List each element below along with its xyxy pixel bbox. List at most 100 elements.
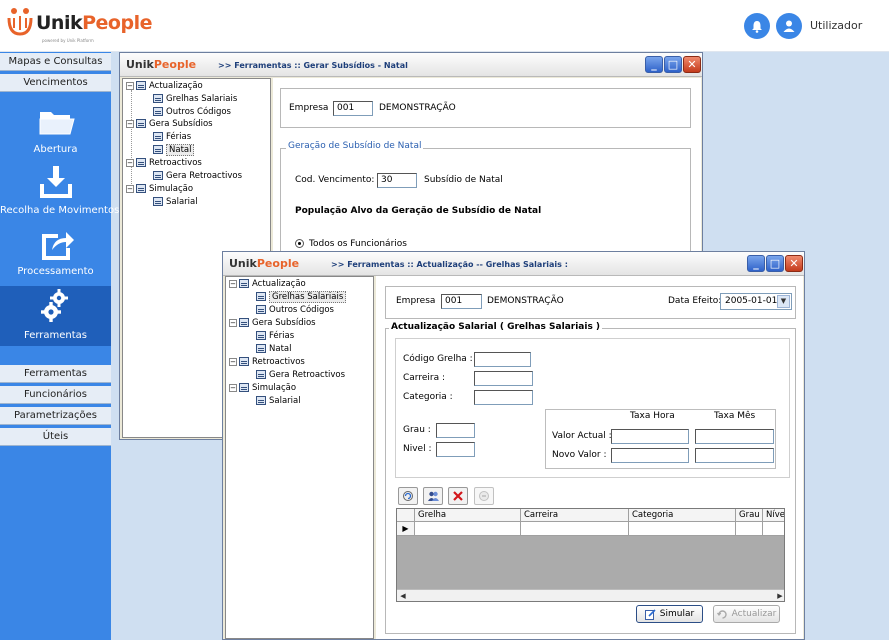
cancel-record-button[interactable] bbox=[474, 487, 494, 505]
user-icon bbox=[783, 20, 795, 32]
sidebar-tab-funcionarios[interactable]: Funcionários bbox=[0, 386, 111, 404]
tree-item-outros-codigos[interactable]: Outros Códigos bbox=[256, 303, 334, 316]
window-titlebar[interactable]: UnikPeople >> Ferramentas :: Gerar Subsí… bbox=[120, 53, 702, 77]
nivel-field[interactable] bbox=[436, 442, 475, 457]
column-header-grau[interactable]: Grau bbox=[736, 509, 763, 522]
sidebar-item-label: Ferramentas bbox=[23, 330, 88, 341]
close-button[interactable]: ✕ bbox=[683, 56, 701, 73]
tree-group-retroactivos[interactable]: − Retroactivos bbox=[229, 355, 305, 368]
brand-logo[interactable]: UnikPeople powered by Unik Platform bbox=[6, 6, 152, 46]
sidebar-tab-ferramentas[interactable]: Ferramentas bbox=[0, 365, 111, 383]
user-name-label[interactable]: Utilizador bbox=[810, 19, 862, 32]
close-button[interactable]: ✕ bbox=[785, 255, 803, 272]
table-cell-grau[interactable] bbox=[736, 522, 763, 536]
taxa-mes-header: Taxa Mês bbox=[714, 411, 756, 421]
maximize-button[interactable]: □ bbox=[664, 56, 682, 73]
data-efeito-select[interactable]: 2005-01-01 ▼ bbox=[720, 293, 792, 310]
column-header-nivel[interactable]: Nível bbox=[763, 509, 784, 522]
tree-item-salarial[interactable]: Salarial bbox=[153, 195, 198, 208]
tree-group-actualizacao[interactable]: − Actualização bbox=[126, 79, 203, 92]
table-cell-categoria[interactable] bbox=[629, 522, 736, 536]
horizontal-scrollbar[interactable]: ◀ ▶ bbox=[397, 589, 784, 601]
window-titlebar[interactable]: UnikPeople >> Ferramentas :: Actualizaçã… bbox=[223, 252, 804, 276]
categoria-label: Categoria : bbox=[403, 392, 453, 402]
tree-item-natal[interactable]: Natal bbox=[256, 342, 291, 355]
cod-vencimento-desc: Subsídio de Natal bbox=[424, 175, 503, 185]
table-cell-grelha[interactable] bbox=[415, 522, 521, 536]
tree-item-salarial[interactable]: Salarial bbox=[256, 394, 301, 407]
delete-record-button[interactable] bbox=[448, 487, 468, 505]
sidebar-tab-vencimentos[interactable]: Vencimentos bbox=[0, 74, 111, 92]
table-cell-nivel[interactable] bbox=[763, 522, 784, 536]
empresa-code-field[interactable]: 001 bbox=[333, 101, 373, 116]
column-header-grelha[interactable]: Grelha bbox=[415, 509, 521, 522]
sidebar-item-ferramentas[interactable]: Ferramentas bbox=[0, 286, 111, 346]
notifications-button[interactable] bbox=[744, 13, 770, 39]
codigo-grelha-field[interactable] bbox=[474, 352, 531, 367]
sidebar-tab-uteis[interactable]: Úteis bbox=[0, 428, 111, 446]
grau-field[interactable] bbox=[436, 423, 475, 438]
scroll-right-icon[interactable]: ▶ bbox=[775, 591, 784, 601]
column-header-carreira[interactable]: Carreira bbox=[521, 509, 629, 522]
tree-item-grelhas-salariais[interactable]: Grelhas Salariais bbox=[256, 290, 347, 303]
row-header-corner bbox=[397, 509, 415, 522]
column-header-categoria[interactable]: Categoria bbox=[629, 509, 736, 522]
empresa-label: Empresa bbox=[289, 103, 329, 113]
grau-label: Grau : bbox=[403, 425, 431, 435]
window-brand: UnikPeople bbox=[126, 58, 197, 71]
save-record-button[interactable] bbox=[423, 487, 443, 505]
sidebar-item-recolha-movimentos[interactable]: Recolha de Movimentos bbox=[0, 162, 119, 222]
sidebar-item-label: Abertura bbox=[33, 144, 78, 155]
maximize-button[interactable]: □ bbox=[766, 255, 784, 272]
categoria-field[interactable] bbox=[474, 390, 533, 405]
data-efeito-label: Data Efeito: bbox=[668, 296, 722, 306]
cod-vencimento-label: Cod. Vencimento: bbox=[295, 175, 375, 185]
grelhas-table[interactable]: Grelha Carreira Categoria Grau Nível ▶ ◀… bbox=[396, 508, 785, 602]
taxa-hora-header: Taxa Hora bbox=[630, 411, 675, 421]
new-record-button[interactable] bbox=[398, 487, 418, 505]
tree-item-natal[interactable]: Natal bbox=[153, 143, 195, 156]
tree-item-ferias[interactable]: Férias bbox=[153, 130, 191, 143]
save-users-icon bbox=[427, 491, 439, 501]
sidebar-item-label: Processamento bbox=[17, 266, 94, 277]
row-selector-arrow-icon[interactable]: ▶ bbox=[397, 522, 415, 536]
cod-vencimento-field[interactable]: 30 bbox=[377, 173, 417, 188]
tree-group-simulacao[interactable]: − Simulação bbox=[126, 182, 193, 195]
sidebar-item-abertura[interactable]: Abertura bbox=[0, 100, 111, 160]
carreira-field[interactable] bbox=[474, 371, 533, 386]
nivel-label: Nivel : bbox=[403, 444, 432, 454]
table-cell-carreira[interactable] bbox=[521, 522, 629, 536]
sidebar-tab-parametrizacoes[interactable]: Parametrizações bbox=[0, 407, 111, 425]
chevron-down-icon: ▼ bbox=[777, 295, 790, 308]
valor-actual-taxa-mes-field[interactable] bbox=[695, 429, 774, 444]
tree-item-gera-retroactivos[interactable]: Gera Retroactivos bbox=[256, 368, 345, 381]
new-record-icon bbox=[403, 491, 413, 501]
top-header: UnikPeople powered by Unik Platform Util… bbox=[0, 0, 889, 52]
sidebar-item-processamento[interactable]: Processamento bbox=[0, 224, 111, 284]
radio-todos-funcionarios[interactable] bbox=[295, 239, 304, 248]
minimize-button[interactable]: _ bbox=[645, 56, 663, 73]
empresa-label: Empresa bbox=[396, 296, 436, 306]
tree-item-gera-retroactivos[interactable]: Gera Retroactivos bbox=[153, 169, 242, 182]
carreira-label: Carreira : bbox=[403, 373, 445, 383]
minimize-button[interactable]: _ bbox=[747, 255, 765, 272]
tree-group-gera-subsidios[interactable]: − Gera Subsídios bbox=[126, 117, 213, 130]
user-avatar-button[interactable] bbox=[776, 13, 802, 39]
populacao-alvo-title: População Alvo da Geração de Subsídio de… bbox=[295, 206, 542, 216]
tree-group-simulacao[interactable]: − Simulação bbox=[229, 381, 296, 394]
scroll-left-icon[interactable]: ◀ bbox=[398, 591, 408, 601]
empresa-code-field[interactable]: 001 bbox=[441, 294, 482, 309]
novo-valor-taxa-mes-field[interactable] bbox=[695, 448, 774, 463]
tree-group-gera-subsidios[interactable]: − Gera Subsídios bbox=[229, 316, 316, 329]
tree-group-retroactivos[interactable]: − Retroactivos bbox=[126, 156, 202, 169]
simular-button[interactable]: Simular bbox=[636, 605, 703, 623]
tree-group-actualizacao[interactable]: − Actualização bbox=[229, 277, 306, 290]
valor-actual-taxa-hora-field[interactable] bbox=[611, 429, 689, 444]
tree-item-ferias[interactable]: Férias bbox=[256, 329, 294, 342]
actualizar-button[interactable]: Actualizar bbox=[713, 605, 780, 623]
delete-icon bbox=[453, 491, 463, 501]
novo-valor-taxa-hora-field[interactable] bbox=[611, 448, 689, 463]
undo-icon bbox=[479, 491, 489, 501]
sidebar-tab-mapas-consultas[interactable]: Mapas e Consultas bbox=[0, 53, 111, 71]
tree-item-grelhas-salariais[interactable]: Grelhas Salariais bbox=[153, 92, 237, 105]
